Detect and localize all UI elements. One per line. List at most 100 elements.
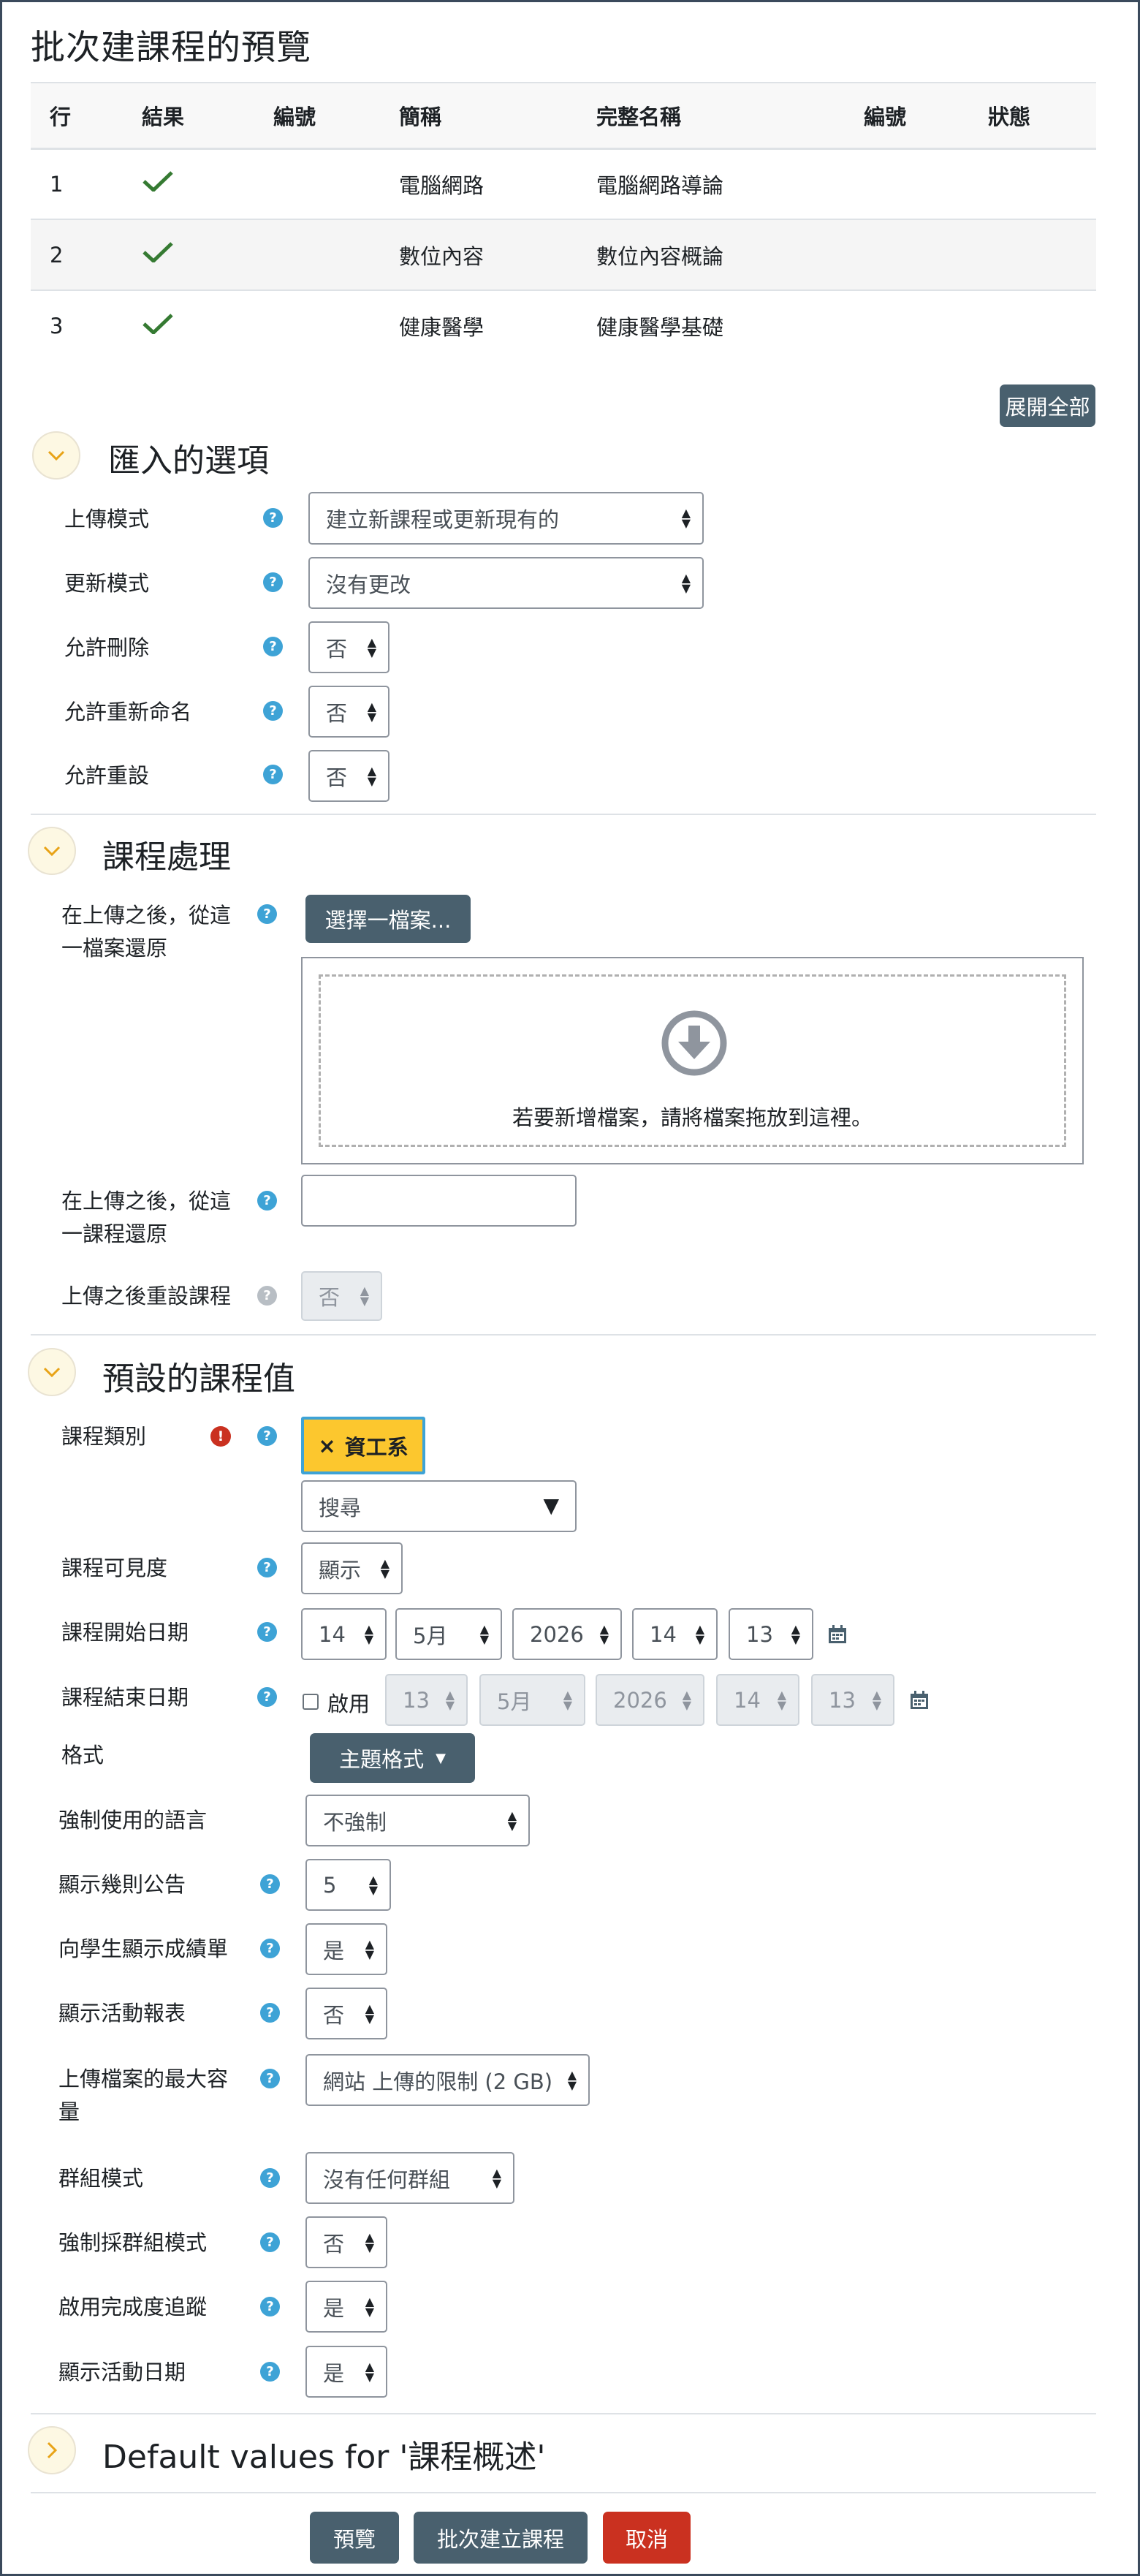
format-dropdown-button[interactable]: 主題格式 ▼ xyxy=(310,1733,475,1783)
preview-button[interactable]: 預覽 xyxy=(310,2512,399,2564)
activity-dates-select[interactable]: 是 ▲ ▼ xyxy=(305,2346,387,2398)
max-bytes-select[interactable]: 網站 上傳的限制 (2 GB) ▲ ▼ xyxy=(305,2054,590,2106)
check-icon xyxy=(142,171,173,192)
help-icon[interactable]: ? xyxy=(263,701,283,721)
max-bytes-label: 上傳檔案的最大容量 xyxy=(58,2067,229,2124)
help-icon[interactable]: ? xyxy=(260,2297,280,2316)
update-mode-select[interactable]: 沒有更改 ▲ ▼ xyxy=(308,557,704,609)
help-icon[interactable]: ? xyxy=(257,1558,277,1577)
download-icon xyxy=(661,1010,727,1076)
help-icon[interactable]: ? xyxy=(263,572,283,592)
section-title-summary: Default values for '課程概述' xyxy=(102,2439,546,2476)
collapse-toggle-import[interactable] xyxy=(32,431,80,480)
row-fullname: 電腦網路導論 xyxy=(577,148,845,219)
start-month-select[interactable]: 5月 ▲ ▼ xyxy=(395,1608,502,1660)
force-group-select[interactable]: 否 ▲ ▼ xyxy=(305,2216,387,2268)
allow-rename-select[interactable]: 否 ▲ ▼ xyxy=(308,686,390,738)
chevron-down-icon xyxy=(43,846,61,857)
news-items-label: 顯示幾則公告 xyxy=(58,1872,186,1897)
help-icon[interactable]: ? xyxy=(263,765,283,784)
sort-arrows-icon: ▲ ▼ xyxy=(682,1687,691,1712)
caret-down-icon: ▼ xyxy=(543,1493,559,1518)
help-icon[interactable]: ? xyxy=(257,1191,277,1211)
sort-arrows-icon: ▲ ▼ xyxy=(872,1687,881,1712)
help-icon[interactable]: ? xyxy=(260,2362,280,2382)
col-id: 編號 xyxy=(254,82,380,150)
expand-toggle-summary[interactable] xyxy=(28,2426,76,2474)
force-group-label: 強制採群組模式 xyxy=(58,2230,208,2255)
col-result: 結果 xyxy=(123,82,254,150)
force-lang-select[interactable]: 不強制 ▲ ▼ xyxy=(305,1795,530,1846)
row-line: 1 xyxy=(31,148,123,219)
upload-mode-select[interactable]: 建立新課程或更新現有的 ▲ ▼ xyxy=(308,492,704,545)
divider xyxy=(31,814,1096,815)
help-icon[interactable]: ? xyxy=(260,1874,280,1894)
start-minute-select[interactable]: 13 ▲ ▼ xyxy=(729,1608,813,1660)
cancel-button[interactable]: 取消 xyxy=(603,2512,691,2564)
expand-all-button[interactable]: 展開全部 xyxy=(1000,384,1095,427)
sort-arrows-icon: ▲ ▼ xyxy=(365,2230,374,2254)
help-icon[interactable]: ? xyxy=(257,1622,277,1642)
category-label: 課程類別 xyxy=(61,1424,147,1449)
sort-arrows-icon: ▲ ▼ xyxy=(507,1808,517,1833)
end-date-enable-checkbox[interactable] xyxy=(303,1694,319,1710)
sort-arrows-icon: ▲ ▼ xyxy=(365,2001,374,2026)
help-icon[interactable]: ? xyxy=(260,2003,280,2023)
help-icon[interactable]: ? xyxy=(260,2232,280,2252)
sort-arrows-icon: ▲ ▼ xyxy=(365,2359,374,2384)
chevron-down-icon xyxy=(43,1367,61,1378)
visibility-label: 課程可見度 xyxy=(61,1556,168,1580)
calendar-icon[interactable] xyxy=(910,1691,929,1710)
section-title-defaults: 預設的課程值 xyxy=(102,1360,295,1398)
collapse-toggle-defaults[interactable] xyxy=(28,1348,76,1396)
sort-arrows-icon: ▲ ▼ xyxy=(368,1872,378,1897)
choose-file-button[interactable]: 選擇一檔案... xyxy=(305,895,471,943)
preview-table: 行 結果 編號 簡稱 完整名稱 編號 狀態 1 電腦網路 電腦網路導論 2 數位… xyxy=(31,82,1096,361)
group-mode-select[interactable]: 沒有任何群組 ▲ ▼ xyxy=(305,2152,514,2204)
help-icon[interactable]: ? xyxy=(257,1687,277,1707)
help-icon[interactable]: ? xyxy=(263,508,283,528)
category-tag[interactable]: × 資工系 xyxy=(301,1417,425,1474)
completion-label: 啟用完成度追蹤 xyxy=(58,2295,208,2319)
help-icon[interactable]: ? xyxy=(260,1939,280,1958)
help-icon[interactable]: ? xyxy=(257,1286,277,1306)
help-icon[interactable]: ? xyxy=(263,637,283,656)
divider xyxy=(31,2492,1096,2493)
help-icon[interactable]: ? xyxy=(257,1426,277,1446)
calendar-icon[interactable] xyxy=(828,1625,847,1644)
collapse-toggle-process[interactable] xyxy=(28,827,76,875)
help-icon[interactable]: ? xyxy=(257,904,277,924)
visibility-select[interactable]: 顯示 ▲ ▼ xyxy=(301,1542,403,1594)
show-reports-select[interactable]: 否 ▲ ▼ xyxy=(305,1988,387,2039)
file-dropzone[interactable]: 若要新增檔案，請將檔案拖放到這裡。 xyxy=(301,957,1084,1164)
row-shortname: 電腦網路 xyxy=(380,148,577,219)
completion-select[interactable]: 是 ▲ ▼ xyxy=(305,2281,387,2333)
sort-arrows-icon: ▲ ▼ xyxy=(563,1687,572,1712)
row-line: 3 xyxy=(31,289,123,361)
restore-course-input[interactable] xyxy=(301,1175,577,1227)
news-items-select[interactable]: 5 ▲ ▼ xyxy=(305,1859,391,1911)
category-search[interactable]: 搜尋 ▼ xyxy=(301,1480,577,1532)
start-hour-select[interactable]: 14 ▲ ▼ xyxy=(632,1608,718,1660)
help-icon[interactable]: ? xyxy=(260,2069,280,2088)
allow-reset-select[interactable]: 否 ▲ ▼ xyxy=(308,750,390,802)
end-year-select: 2026 ▲ ▼ xyxy=(596,1674,704,1726)
start-year-select[interactable]: 2026 ▲ ▼ xyxy=(512,1608,622,1660)
col-line: 行 xyxy=(31,82,123,150)
start-day-select[interactable]: 14 ▲ ▼ xyxy=(301,1608,387,1660)
update-mode-label: 更新模式 xyxy=(64,571,150,596)
sort-arrows-icon: ▲ ▼ xyxy=(791,1621,800,1646)
allow-delete-select[interactable]: 否 ▲ ▼ xyxy=(308,621,390,673)
required-icon: ! xyxy=(210,1426,231,1447)
upload-mode-label: 上傳模式 xyxy=(64,507,150,531)
sort-arrows-icon: ▲ ▼ xyxy=(365,2294,374,2319)
remove-icon[interactable]: × xyxy=(318,1433,335,1458)
dropzone-text: 若要新增檔案，請將檔案拖放到這裡。 xyxy=(512,1105,873,1130)
show-grades-select[interactable]: 是 ▲ ▼ xyxy=(305,1923,387,1975)
col-shortname: 簡稱 xyxy=(380,82,577,150)
check-icon xyxy=(142,313,173,334)
help-icon[interactable]: ? xyxy=(260,2168,280,2188)
allow-rename-label: 允許重新命名 xyxy=(64,700,192,724)
upload-courses-button[interactable]: 批次建立課程 xyxy=(414,2512,588,2564)
format-label: 格式 xyxy=(61,1743,104,1768)
